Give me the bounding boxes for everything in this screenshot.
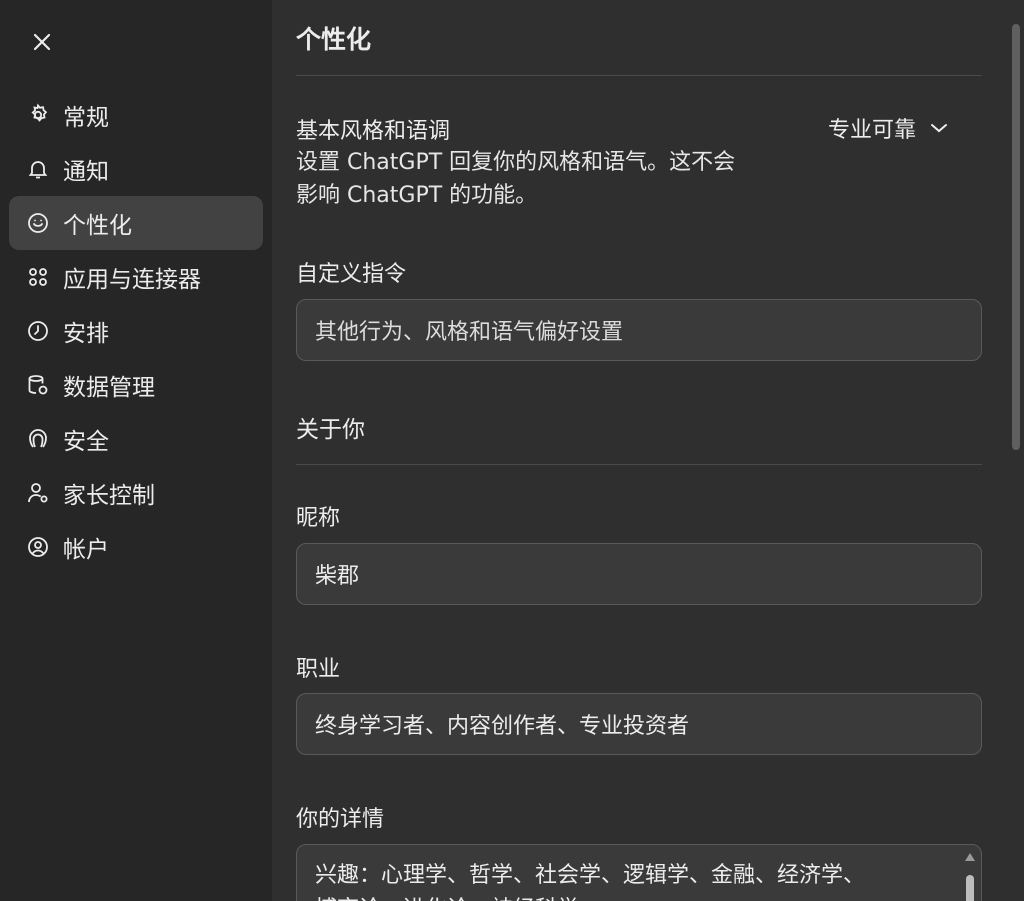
details-line: 博弈论、进化论、神经科学	[315, 893, 941, 901]
account-icon	[25, 534, 51, 560]
sidebar-item-label: 家长控制	[63, 483, 155, 509]
sidebar-item-general[interactable]: 常规	[9, 88, 263, 142]
settings-panel: 个性化 基本风格和语调 设置 ChatGPT 回复你的风格和语气。这不会 影响 …	[272, 0, 1024, 901]
divider	[296, 464, 982, 465]
custom-instructions-label: 自定义指令	[296, 262, 407, 287]
main-scrollbar[interactable]	[1008, 0, 1024, 901]
sidebar-item-security[interactable]: 安全	[9, 412, 263, 466]
sidebar-item-schedule[interactable]: 安排	[9, 304, 263, 358]
sidebar-item-apps-connectors[interactable]: 应用与连接器	[9, 250, 263, 304]
sidebar-item-label: 帐户	[63, 537, 109, 563]
about-you-heading: 关于你	[296, 417, 365, 443]
close-icon	[33, 33, 51, 51]
details-scrollbar[interactable]	[963, 853, 977, 901]
security-icon	[25, 426, 51, 452]
occupation-value: 终身学习者、内容创作者、专业投资者	[315, 714, 690, 739]
sidebar-item-label: 通知	[63, 159, 109, 185]
nickname-label: 昵称	[296, 506, 341, 531]
sidebar-item-label: 常规	[63, 105, 109, 131]
occupation-input[interactable]: 终身学习者、内容创作者、专业投资者	[296, 693, 982, 755]
apps-icon	[25, 264, 51, 290]
custom-instructions-placeholder: 其他行为、风格和语气偏好设置	[315, 320, 624, 345]
base-style-description-line: 影响 ChatGPT 的功能。	[296, 183, 538, 208]
sidebar-item-personalization[interactable]: 个性化	[9, 196, 263, 250]
page-title: 个性化	[296, 25, 372, 54]
sidebar-item-label: 数据管理	[63, 375, 155, 401]
personalize-icon	[25, 210, 51, 236]
nickname-value: 柴郡	[315, 564, 360, 589]
database-gear-icon	[25, 372, 51, 398]
parent-control-icon	[25, 480, 51, 506]
custom-instructions-input[interactable]: 其他行为、风格和语气偏好设置	[296, 299, 982, 361]
divider	[296, 75, 982, 76]
details-textarea[interactable]: 兴趣：心理学、哲学、社会学、逻辑学、金融、经济学、 博弈论、进化论、神经科学	[296, 844, 982, 901]
base-style-description: 设置 ChatGPT 回复你的风格和语气。这不会 影响 ChatGPT 的功能。	[296, 146, 796, 212]
gear-icon	[25, 102, 51, 128]
details-label: 你的详情	[296, 807, 385, 832]
sidebar: 常规 通知 个性化 应用与连接器 安排 数据管理 安全 家长控制 帐户	[0, 0, 272, 901]
sidebar-item-data-controls[interactable]: 数据管理	[9, 358, 263, 412]
nickname-input[interactable]: 柴郡	[296, 543, 982, 605]
sidebar-item-label: 个性化	[63, 213, 132, 239]
sidebar-item-account[interactable]: 帐户	[9, 520, 263, 574]
sidebar-item-label: 应用与连接器	[63, 267, 201, 293]
sidebar-nav: 常规 通知 个性化 应用与连接器 安排 数据管理 安全 家长控制 帐户	[9, 88, 263, 574]
base-style-description-line: 设置 ChatGPT 回复你的风格和语气。这不会	[296, 150, 736, 175]
sidebar-item-label: 安全	[63, 429, 109, 455]
sidebar-item-label: 安排	[63, 321, 109, 347]
sidebar-item-parental-controls[interactable]: 家长控制	[9, 466, 263, 520]
details-line: 兴趣：心理学、哲学、社会学、逻辑学、金融、经济学、	[315, 863, 866, 888]
scroll-up-icon[interactable]	[965, 853, 975, 861]
base-style-dropdown[interactable]: 专业可靠	[828, 110, 948, 146]
clock-icon	[25, 318, 51, 344]
bell-icon	[25, 156, 51, 182]
main-scrollbar-thumb[interactable]	[1012, 24, 1020, 450]
chevron-down-icon	[931, 124, 948, 133]
details-scrollbar-thumb[interactable]	[966, 875, 974, 901]
occupation-label: 职业	[296, 657, 341, 682]
sidebar-item-notifications[interactable]: 通知	[9, 142, 263, 196]
base-style-selected: 专业可靠	[828, 118, 917, 143]
close-button[interactable]	[26, 26, 58, 58]
base-style-label: 基本风格和语调	[296, 119, 451, 144]
